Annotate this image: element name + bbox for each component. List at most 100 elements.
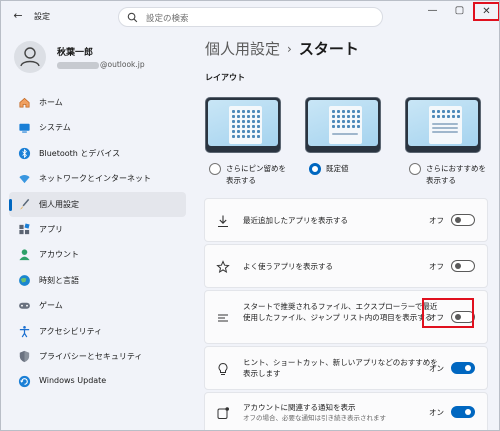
breadcrumb-parent[interactable]: 個人用設定 [205,40,280,58]
setting-label: ヒント、ショートカット、新しいアプリなどのおすすめを 表示します [243,357,438,379]
layout-preview-screen [208,100,278,146]
app-tile-dot [232,135,235,138]
sidebar-item-network[interactable]: ネットワークとインターネット [9,166,186,191]
app-tile-dot [232,130,235,133]
app-tile-dot [232,110,235,113]
toggle-state-label: オン [429,364,444,373]
layout-heading: レイアウト [205,73,245,82]
app-tile-dot [337,125,340,128]
app-tile-dot [357,120,360,123]
layout-more-recommendations-preview[interactable] [405,97,481,153]
breadcrumb-separator: › [287,42,292,56]
app-tile-dot [247,130,250,133]
layout-radio-more-pins[interactable] [209,163,221,175]
breadcrumb: 個人用設定 › スタート [205,38,359,59]
setting-tips-recommendations: ヒント、ショートカット、新しいアプリなどのおすすめを 表示します オン [204,346,488,390]
globe-clock-icon [19,274,30,286]
search-placeholder: 設定の検索 [146,14,189,24]
app-title: 設定 [34,12,50,21]
layout-radio-default[interactable] [309,163,321,175]
app-tile-dot [447,115,450,118]
app-tile-dot [252,125,255,128]
layout-default-preview[interactable] [305,97,381,153]
star-icon [216,260,230,274]
sidebar-item-label: システム [39,123,71,133]
app-tile-dot [257,110,260,113]
sidebar-item-system[interactable]: システム [9,115,186,140]
recently-added-apps-toggle[interactable] [451,214,475,226]
app-tile-dot [232,115,235,118]
sidebar-item-privacy-security[interactable]: プライバシーとセキュリティ [9,344,186,369]
app-tile-dot [337,110,340,113]
person-icon [20,47,40,67]
app-tile-dot [442,115,445,118]
sidebar-item-label: アプリ [39,224,63,234]
app-tile-dot [432,115,435,118]
tips-recommendations-toggle[interactable] [451,362,475,374]
page-title: スタート [298,40,359,58]
setting-label-line: 使用したファイル、ジャンプ リスト内の項目を表示する [243,313,433,322]
app-tile-dot [342,125,345,128]
layout-label-default: 既定値 [326,163,349,175]
app-tile-dot [342,115,345,118]
recommendation-line [432,123,458,125]
sidebar-item-bluetooth[interactable]: Bluetooth とデバイス [9,141,186,166]
app-tile-dot [252,120,255,123]
sidebar-item-label: アカウント [39,250,79,260]
app-tile-dot [347,110,350,113]
toggle-state-label: オフ [429,262,444,271]
app-tile-dot [437,110,440,113]
layout-label-line: さらにピン留めを [226,164,286,173]
sidebar-nav: ホーム システム Bluetooth とデバイス ネットワークとインターネット … [9,90,186,395]
app-tile-dot [247,115,250,118]
layout-label-line: 既定値 [326,164,349,173]
app-tile-dot [237,115,240,118]
app-tile-dot [332,120,335,123]
app-tile-dot [357,125,360,128]
sidebar-item-apps[interactable]: アプリ [9,217,186,242]
app-tile-dot [457,115,460,118]
sidebar-item-personalization[interactable]: 個人用設定 [9,191,186,217]
recommendation-line [432,127,458,129]
sidebar-item-gaming[interactable]: ゲーム [9,293,186,318]
app-tile-dot [257,130,260,133]
search-box[interactable]: 設定の検索 [118,7,383,27]
app-tile-dot [432,110,435,113]
most-used-apps-toggle[interactable] [451,260,475,272]
start-panel-preview [229,106,262,144]
app-tile-dot [352,120,355,123]
layout-label-more-pins: さらにピン留めを 表示する [226,163,286,187]
app-tile-dot [252,130,255,133]
layout-radio-more-recommendations[interactable] [409,163,421,175]
highlight-box [422,298,474,328]
maximize-button[interactable]: ▢ [446,1,473,21]
app-tile-dot [232,120,235,123]
close-button[interactable]: ✕ [473,2,499,21]
sidebar-item-accessibility[interactable]: アクセシビリティ [9,319,186,344]
sidebar-item-time-language[interactable]: 時刻と言語 [9,268,186,293]
app-tile-dot [352,125,355,128]
sidebar-item-windows-update[interactable]: Windows Update [9,369,186,394]
sidebar-item-home[interactable]: ホーム [9,90,186,115]
app-tile-dot [237,125,240,128]
sidebar-item-label: ゲーム [39,301,63,311]
title-bar: ← 設定 設定の検索 — ▢ ✕ [1,1,499,31]
minimize-button[interactable]: — [419,1,446,21]
app-tile-dot [252,115,255,118]
start-panel-preview [429,106,462,144]
back-button[interactable]: ← [11,10,25,22]
avatar[interactable] [14,41,46,73]
app-tile-dot [247,125,250,128]
app-tile-dot [242,125,245,128]
sidebar-item-account[interactable]: アカウント [9,242,186,267]
sidebar-item-label: ホーム [39,98,63,107]
start-panel-preview [329,106,362,144]
layout-more-pins-preview[interactable] [205,97,281,153]
app-tile-dot [452,110,455,113]
account-notifications-toggle[interactable] [451,406,475,418]
setting-label-line: ヒント、ショートカット、新しいアプリなどのおすすめを [243,358,438,367]
app-tile-dot [242,115,245,118]
app-tile-dot [442,110,445,113]
sidebar-item-label: アクセシビリティ [39,326,103,336]
shield-icon [19,350,30,362]
